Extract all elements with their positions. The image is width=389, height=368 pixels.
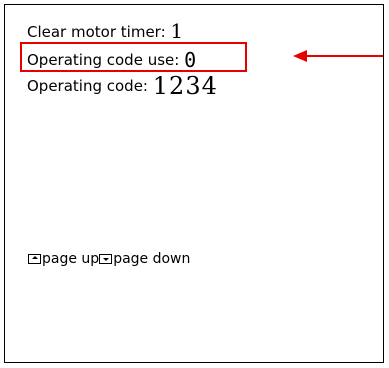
annotation-arrow-icon <box>293 50 307 62</box>
page-down-label: page down <box>113 251 191 267</box>
operating-code-value[interactable]: 1234 <box>153 72 218 100</box>
clear-motor-timer-row[interactable]: Clear motor timer: 1 <box>27 18 183 43</box>
annotation-arrow-line <box>305 55 383 57</box>
operating-code-label: Operating code: <box>27 77 148 95</box>
operating-code-row[interactable]: Operating code: 1234 <box>27 69 218 100</box>
clear-motor-timer-label: Clear motor timer: <box>27 23 166 41</box>
page-up-label: page up <box>42 251 100 267</box>
page-up-key-icon <box>28 254 41 264</box>
annotation-highlight-box <box>20 42 247 72</box>
page-down-key-icon <box>99 254 113 264</box>
clear-motor-timer-value[interactable]: 1 <box>170 19 183 43</box>
page-navigation-hint: page up page down <box>28 251 190 267</box>
